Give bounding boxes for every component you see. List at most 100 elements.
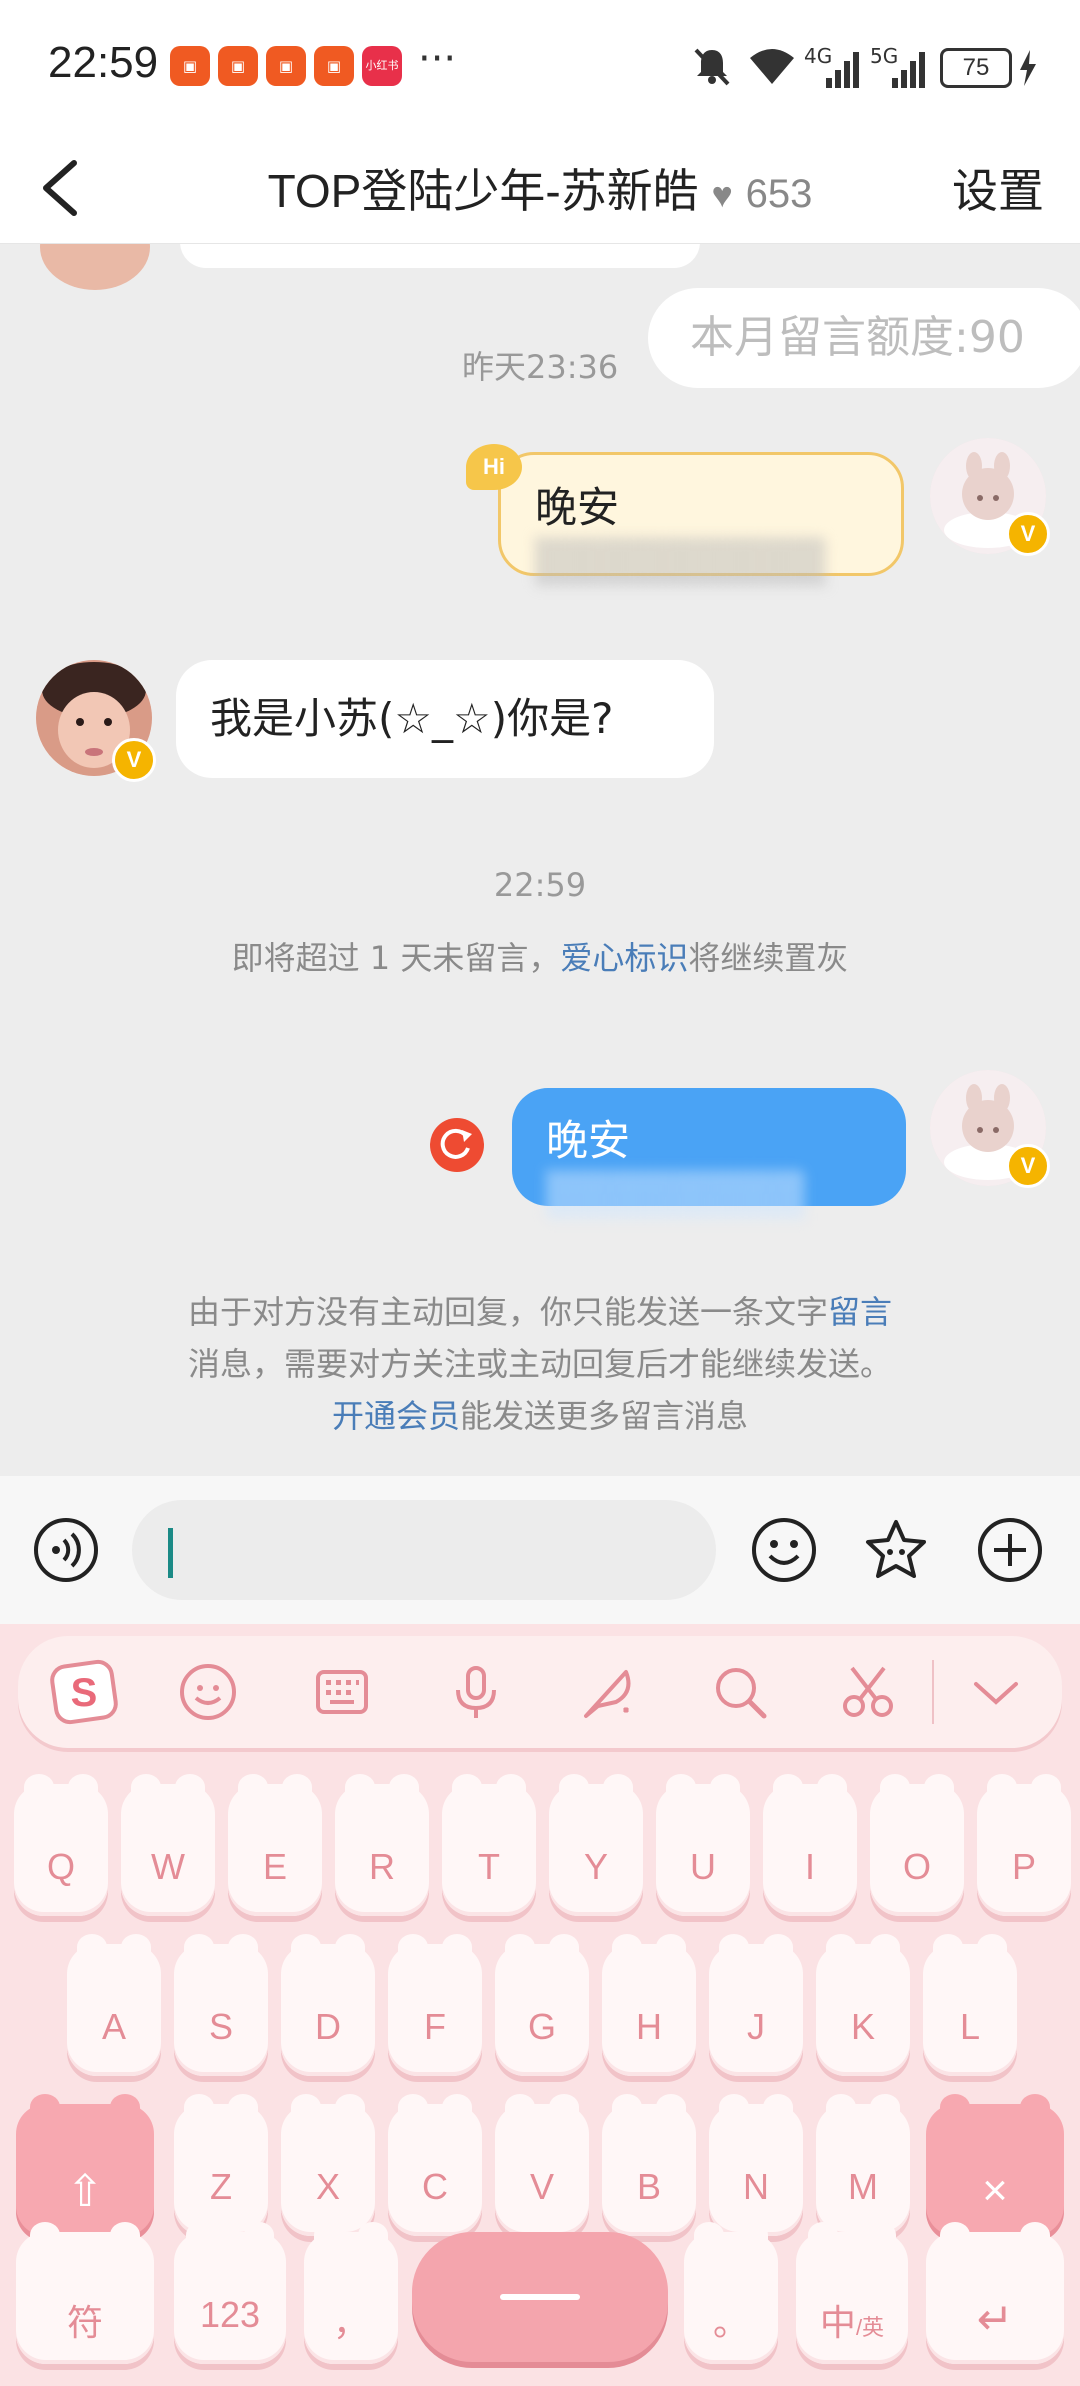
notice-line: 由于对方没有主动回复，你只能发送一条文字留言	[0, 1286, 1080, 1338]
key-r[interactable]: R	[335, 1774, 429, 1916]
resend-icon[interactable]	[430, 1118, 484, 1172]
key-label: L	[959, 2006, 981, 2047]
text-cursor	[168, 1528, 173, 1578]
notice-text: 将继续置灰	[688, 939, 849, 977]
sent-message[interactable]: 晚安 ▒▒▒▒▒▒▒▒	[512, 1088, 906, 1219]
key-label: 123	[199, 2294, 261, 2335]
blurred-text: ▒▒▒▒▒▒▒▒▒	[535, 537, 826, 586]
period-key[interactable]: 。	[684, 2222, 778, 2364]
key-label: H	[636, 2006, 662, 2047]
send-limit-notice: 由于对方没有主动回复，你只能发送一条文字留言 消息，需要对方关注或主动回复后才能…	[0, 1286, 1080, 1442]
chat-header: TOP登陆少年-苏新皓 ♥ 653 设置	[0, 135, 1080, 244]
chat-messages[interactable]: 昨天23:36 本月留言额度:90 晚安 ▒▒▒▒▒▒▒▒▒ Hi V V 我是小…	[0, 244, 1080, 1476]
voice-icon[interactable]	[32, 1516, 100, 1584]
avatar	[40, 244, 150, 290]
key-label: V	[529, 2166, 554, 2207]
key-label: T	[478, 1846, 500, 1887]
message-input[interactable]	[132, 1500, 716, 1600]
key-s[interactable]: S	[174, 1934, 268, 2076]
scissors-icon[interactable]	[838, 1662, 898, 1722]
key-d[interactable]: D	[281, 1934, 375, 2076]
verified-badge: V	[112, 738, 156, 782]
space-key[interactable]	[412, 2232, 668, 2362]
key-label: S	[208, 2006, 233, 2047]
key-t[interactable]: T	[442, 1774, 536, 1916]
contact-name: TOP登陆少年-苏新皓	[267, 165, 699, 217]
signal-5g-icon	[892, 52, 925, 88]
kuaishou-lite-icon: ▣	[266, 46, 306, 86]
key-label: Z	[210, 2166, 232, 2207]
comma-key[interactable]: ，	[304, 2222, 398, 2364]
key-label: 符	[66, 2302, 103, 2343]
svg-text:S: S	[71, 1671, 98, 1715]
emoji-icon[interactable]	[750, 1516, 818, 1584]
message-link[interactable]: 留言	[828, 1293, 892, 1331]
key-j[interactable]: J	[709, 1934, 803, 2076]
add-icon[interactable]	[976, 1516, 1044, 1584]
shift-key[interactable]: ⇧	[16, 2094, 154, 2236]
language-switch-key[interactable]: 中/英	[796, 2222, 908, 2364]
number-key[interactable]: 123	[174, 2222, 286, 2364]
notice-text: 由于对方没有主动回复，你只能发送一条文字	[187, 1293, 828, 1331]
keyboard-layout-icon[interactable]	[312, 1662, 372, 1722]
key-k[interactable]: K	[816, 1934, 910, 2076]
delete-x-icon: ×	[982, 2166, 1008, 2215]
keyboard: S Q W E R T Y U I O P A S D F G H J K L …	[0, 1624, 1080, 2386]
key-e[interactable]: E	[228, 1774, 322, 1916]
key-f[interactable]: F	[388, 1934, 482, 2076]
key-m[interactable]: M	[816, 2094, 910, 2236]
sticker-star-icon[interactable]	[862, 1516, 930, 1584]
mute-bell-icon	[694, 48, 730, 86]
key-label: 。	[712, 2302, 749, 2343]
microphone-icon[interactable]	[446, 1662, 506, 1722]
status-bar: 22:59 ▣ ▣ ▣ ▣ 小红书 ··· 4G 5G 75	[0, 0, 1080, 135]
key-z[interactable]: Z	[174, 2094, 268, 2236]
settings-button[interactable]: 设置	[952, 155, 1044, 221]
symbol-key[interactable]: 符	[16, 2222, 154, 2364]
key-l[interactable]: L	[923, 1934, 1017, 2076]
key-v[interactable]: V	[495, 2094, 589, 2236]
key-y[interactable]: Y	[549, 1774, 643, 1916]
key-n[interactable]: N	[709, 2094, 803, 2236]
received-message[interactable]: 我是小苏(☆_☆)你是?	[176, 660, 714, 778]
emoji-icon[interactable]	[178, 1662, 238, 1722]
key-i[interactable]: I	[763, 1774, 857, 1916]
key-q[interactable]: Q	[14, 1774, 108, 1916]
shift-arrow-icon: ⇧	[66, 2167, 104, 2216]
message-bubble	[180, 244, 700, 268]
key-c[interactable]: C	[388, 2094, 482, 2236]
verified-badge: V	[1006, 512, 1050, 556]
key-b[interactable]: B	[602, 2094, 696, 2236]
key-o[interactable]: O	[870, 1774, 964, 1916]
vip-link[interactable]: 开通会员	[332, 1397, 460, 1435]
key-x[interactable]: X	[281, 2094, 375, 2236]
handwriting-quill-icon[interactable]	[578, 1662, 638, 1722]
sogou-logo-icon[interactable]: S	[48, 1656, 120, 1728]
refresh-icon	[440, 1128, 472, 1159]
key-a[interactable]: A	[67, 1934, 161, 2076]
sent-message-greeting[interactable]: 晚安 ▒▒▒▒▒▒▒▒▒	[498, 452, 904, 586]
search-icon[interactable]	[710, 1662, 770, 1722]
enter-key[interactable]: ↵	[926, 2222, 1064, 2364]
key-label: I	[804, 1846, 815, 1887]
key-label: ，	[332, 2302, 369, 2343]
enter-arrow-icon: ↵	[976, 2295, 1014, 2344]
heart-mark-link[interactable]: 爱心标识	[560, 939, 688, 977]
key-label: Y	[583, 1846, 608, 1887]
key-u[interactable]: U	[656, 1774, 750, 1916]
key-label: M	[848, 2166, 878, 2207]
space-bar-icon	[500, 2294, 580, 2300]
key-label: F	[424, 2006, 446, 2047]
key-label: Q	[46, 1846, 75, 1887]
key-w[interactable]: W	[121, 1774, 215, 1916]
notice-text: 能发送更多留言消息	[460, 1397, 749, 1435]
chevron-down-icon[interactable]	[966, 1662, 1026, 1722]
chat-title: TOP登陆少年-苏新皓 ♥ 653	[0, 155, 1080, 221]
key-h[interactable]: H	[602, 1934, 696, 2076]
key-label: G	[527, 2006, 556, 2047]
key-p[interactable]: P	[977, 1774, 1071, 1916]
key-g[interactable]: G	[495, 1934, 589, 2076]
key-label: X	[315, 2166, 340, 2207]
delete-key[interactable]: ×	[926, 2094, 1064, 2236]
wifi-icon	[750, 49, 794, 84]
